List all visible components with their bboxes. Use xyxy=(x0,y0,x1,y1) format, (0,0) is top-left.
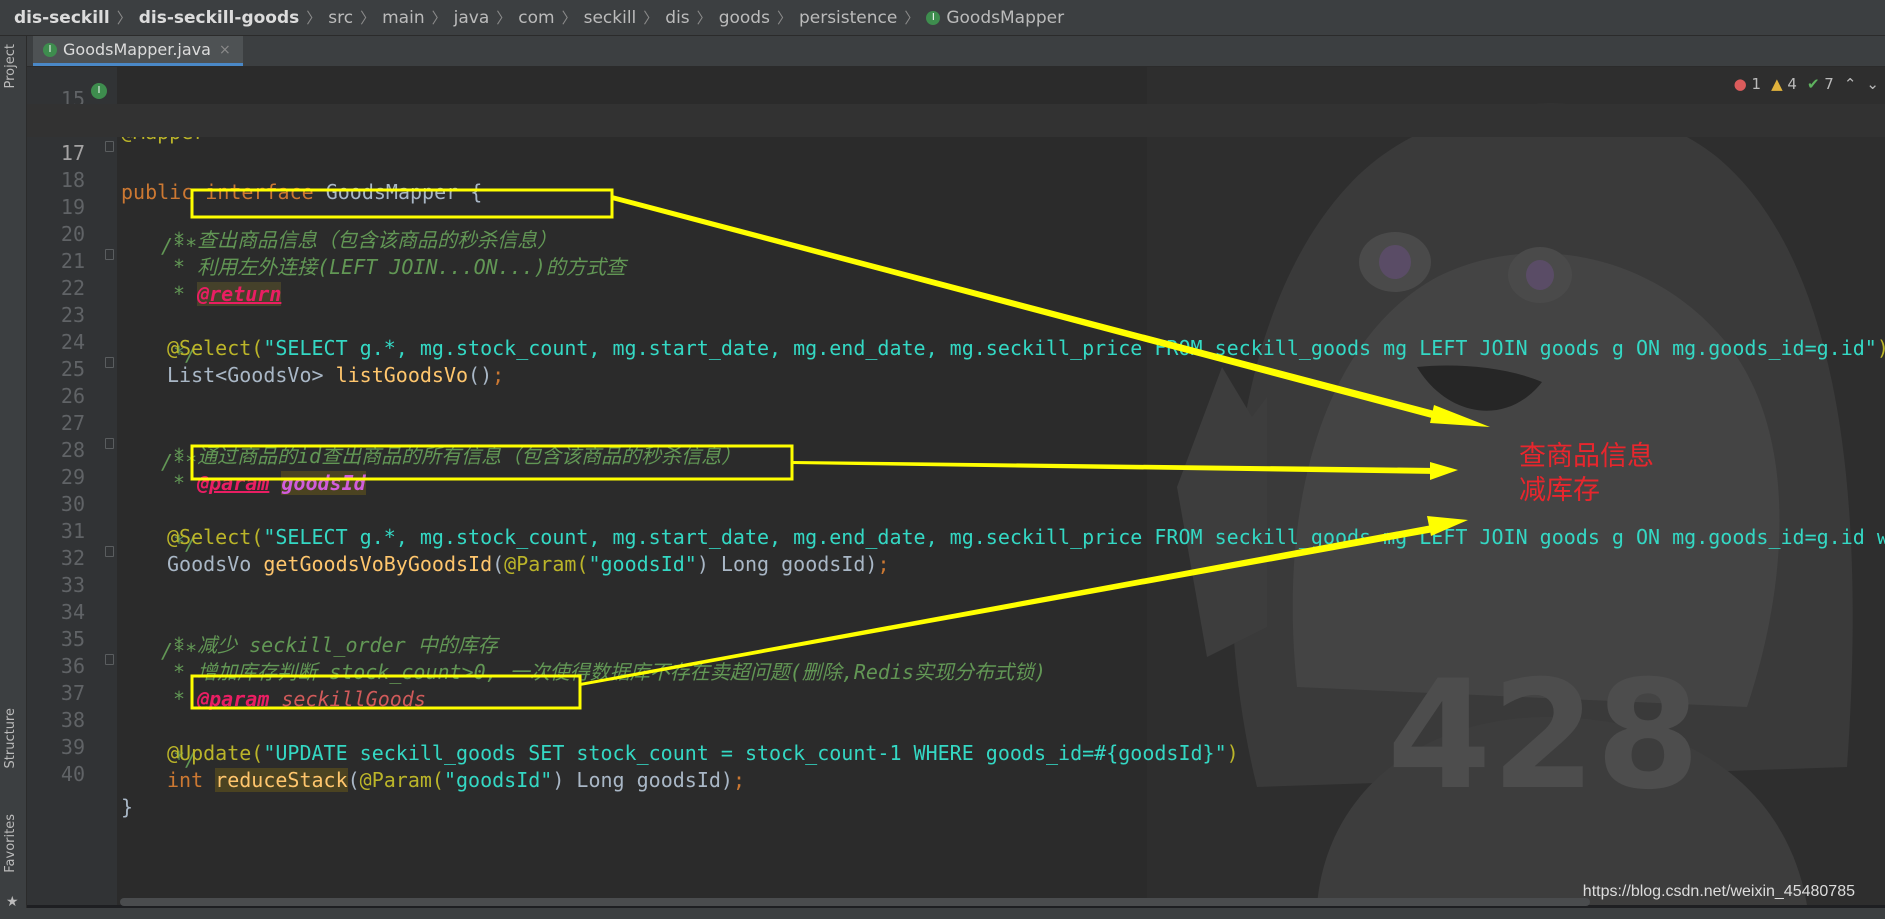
annotation: @Param( xyxy=(359,768,444,792)
fold-icon[interactable] xyxy=(105,249,114,260)
breadcrumb-item[interactable]: dis-seckill-goods xyxy=(139,8,300,28)
favorites-tool-label: Favorites xyxy=(3,814,18,873)
code-line[interactable]: 40 } xyxy=(27,725,1885,819)
editor-tab-bar: I GoodsMapper.java × xyxy=(27,36,1885,67)
structure-tool-label: Structure xyxy=(3,708,18,769)
punctuation: ( xyxy=(347,768,360,792)
fold-icon[interactable] xyxy=(105,357,114,368)
chevron-right-icon: 〉 xyxy=(116,9,132,27)
fold-icon[interactable] xyxy=(105,438,114,449)
error-indicator[interactable]: ● 1 xyxy=(1734,75,1761,93)
warning-count: 4 xyxy=(1787,75,1797,93)
chevron-right-icon: 〉 xyxy=(360,9,376,27)
status-bar xyxy=(0,908,1885,919)
ok-indicator[interactable]: ✔ 7 xyxy=(1807,75,1834,93)
breadcrumb-item[interactable]: java xyxy=(454,8,490,28)
string-literal: "goodsId" xyxy=(443,768,553,792)
inspection-widget[interactable]: ● 1 ▲ 4 ✔ 7 ⌃ ⌄ xyxy=(1734,75,1885,93)
file-tab[interactable]: I GoodsMapper.java × xyxy=(33,36,243,66)
fold-icon[interactable] xyxy=(105,654,114,665)
chevron-right-icon: 〉 xyxy=(643,9,659,27)
interface-icon: I xyxy=(926,10,941,25)
breadcrumb-item[interactable]: dis xyxy=(665,8,689,28)
bean-gutter-icon[interactable]: I xyxy=(91,83,107,99)
chevron-right-icon: 〉 xyxy=(561,9,577,27)
close-icon[interactable]: × xyxy=(219,42,231,58)
left-tool-strip: Project Structure Favorites ★ xyxy=(0,36,27,919)
fold-icon[interactable] xyxy=(105,546,114,557)
code-text: } xyxy=(121,795,134,819)
punctuation: ; xyxy=(732,768,746,792)
watermark: https://blog.csdn.net/weixin_45480785 xyxy=(1582,883,1855,900)
chevron-right-icon: 〉 xyxy=(776,9,792,27)
breadcrumb-item[interactable]: main xyxy=(382,8,424,28)
chevron-right-icon: 〉 xyxy=(496,9,512,27)
breadcrumb-item[interactable]: seckill xyxy=(584,8,637,28)
fold-icon[interactable] xyxy=(105,141,114,152)
annotation-label: 查商品信息 减库存 xyxy=(1519,440,1654,508)
breadcrumb-item[interactable]: persistence xyxy=(799,8,897,28)
favorites-tool-tab[interactable]: Favorites xyxy=(3,814,18,873)
chevron-up-icon[interactable]: ⌃ xyxy=(1844,75,1857,93)
chevron-right-icon: 〉 xyxy=(696,9,712,27)
breadcrumb-item[interactable]: GoodsMapper xyxy=(946,8,1064,28)
ok-count: 7 xyxy=(1824,75,1834,93)
annotation-line: 减库存 xyxy=(1519,475,1600,506)
structure-tool-tab[interactable]: Structure xyxy=(3,708,18,768)
error-icon: ● xyxy=(1733,75,1747,93)
breadcrumb-item[interactable]: dis-seckill xyxy=(14,8,110,28)
code-text: int reduceStack(@Param("goodsId") Long g… xyxy=(167,764,745,797)
breadcrumb: dis-seckill 〉 dis-seckill-goods 〉 src 〉 mai… xyxy=(0,0,1885,36)
annotation-line: 查商品信息 xyxy=(1519,441,1654,472)
breadcrumb-item[interactable]: src xyxy=(328,8,353,28)
warning-icon: ▲ xyxy=(1771,75,1783,93)
chevron-right-icon: 〉 xyxy=(306,9,322,27)
line-number: 40 xyxy=(60,762,85,786)
warning-indicator[interactable]: ▲ 4 xyxy=(1771,75,1797,93)
identifier: ) Long goodsId) xyxy=(552,768,733,792)
project-tool-label: Project xyxy=(3,44,18,89)
keyword: int xyxy=(167,768,216,792)
breadcrumb-item[interactable]: goods xyxy=(719,8,770,28)
error-count: 1 xyxy=(1751,75,1762,93)
project-tool-tab[interactable]: Project xyxy=(3,44,18,88)
horizontal-scrollbar[interactable] xyxy=(120,898,1590,906)
chevron-right-icon: 〉 xyxy=(904,9,920,27)
chevron-right-icon: 〉 xyxy=(431,9,447,27)
interface-icon: I xyxy=(43,42,57,57)
check-icon: ✔ xyxy=(1806,75,1820,93)
file-tab-label: GoodsMapper.java xyxy=(63,40,211,59)
breadcrumb-item[interactable]: com xyxy=(518,8,554,28)
method-name: reduceStack xyxy=(215,768,348,792)
chevron-down-icon[interactable]: ⌄ xyxy=(1866,75,1879,93)
